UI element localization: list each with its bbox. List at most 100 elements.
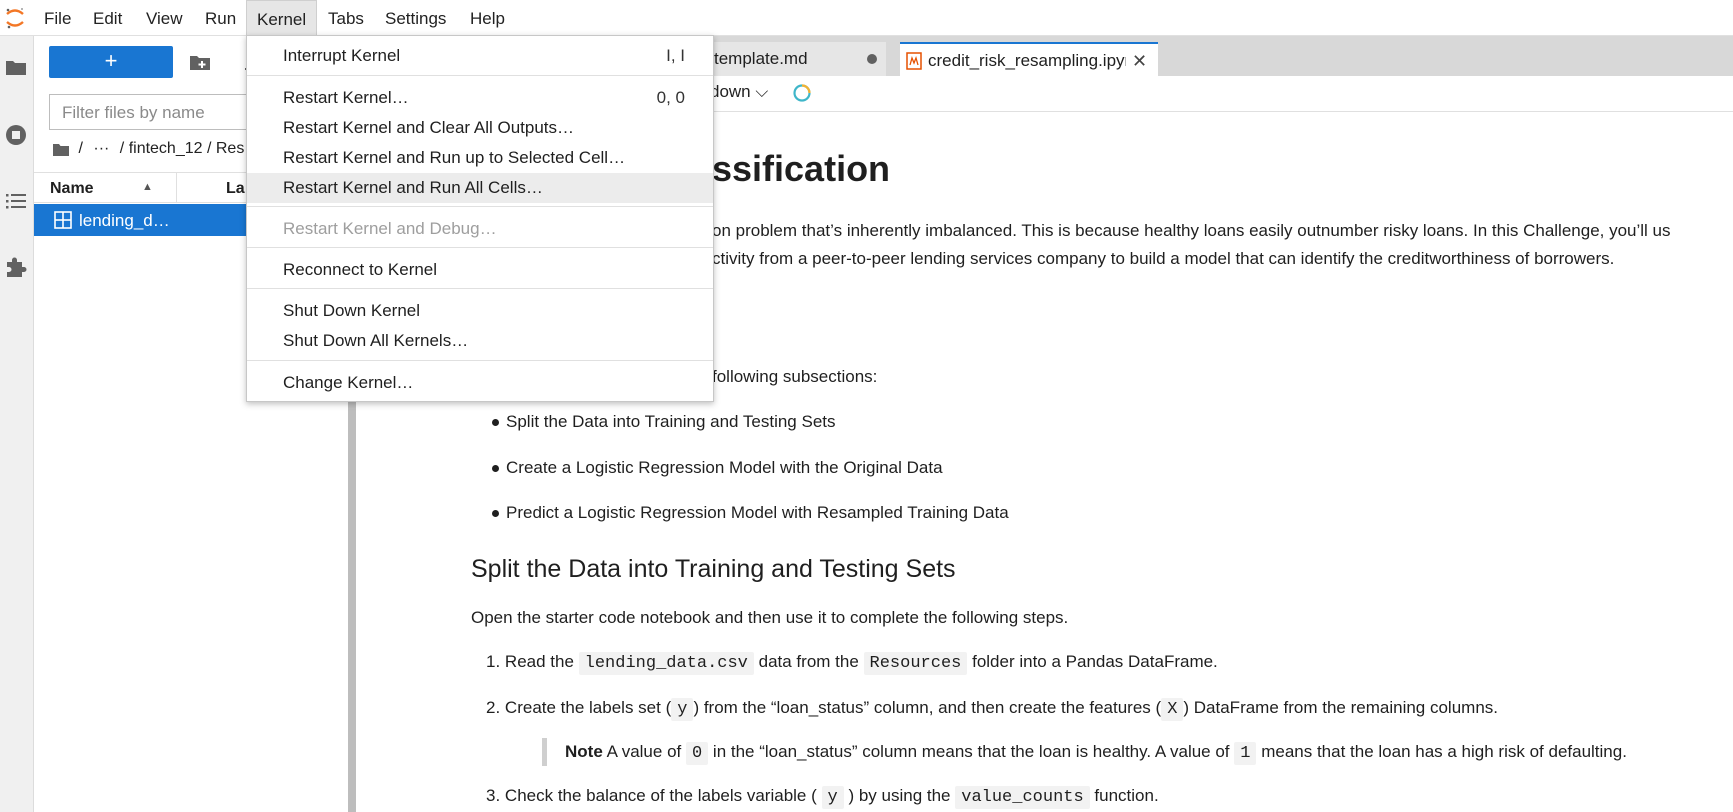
note-label: Note xyxy=(565,742,603,761)
list-item: Predict a Logistic Regression Model with… xyxy=(506,503,1009,522)
subsections-intro: following subsections: xyxy=(712,367,878,386)
note-text: A value of xyxy=(606,742,682,761)
home-folder-icon[interactable] xyxy=(52,141,70,157)
menu-item-shortcut: 0, 0 xyxy=(656,88,685,107)
menu-help[interactable]: Help xyxy=(460,0,515,36)
note-blockquote: Note A value of 0 in the “loan_status” c… xyxy=(565,742,1627,765)
step-text: Create the labels set ( xyxy=(504,698,672,717)
new-folder-icon[interactable] xyxy=(188,50,212,74)
breadcrumb-ellipsis[interactable]: ··· xyxy=(93,140,109,158)
step-text: ) from the “loan_status” column, and the… xyxy=(693,698,1162,717)
menu-item-reconnect-kernel[interactable]: Reconnect to Kernel xyxy=(247,255,713,285)
step-text: Read the xyxy=(504,652,574,671)
menu-divider xyxy=(247,360,713,361)
tab-label: template.md xyxy=(714,49,808,68)
sort-ascending-icon[interactable]: ▲ xyxy=(142,181,153,193)
menu-item-restart-run-to-selected[interactable]: Restart Kernel and Run up to Selected Ce… xyxy=(247,143,713,173)
menu-kernel[interactable]: Kernel xyxy=(246,0,318,36)
menu-item-label: Interrupt Kernel xyxy=(283,46,401,65)
blockquote-bar xyxy=(542,738,547,766)
menu-bar: File Edit View Run Kernel Tabs Settings … xyxy=(0,0,1733,36)
menu-tabs[interactable]: Tabs xyxy=(318,0,374,36)
section-intro: Open the starter code notebook and then … xyxy=(471,608,1069,627)
notebook-icon xyxy=(906,52,922,70)
step-3: 3. Check the balance of the labels varia… xyxy=(486,786,1159,809)
menu-item-shut-down-kernel[interactable]: Shut Down Kernel xyxy=(247,296,713,326)
bullet-icon xyxy=(492,419,499,426)
menu-item-restart-run-all[interactable]: Restart Kernel and Run All Cells… xyxy=(247,173,713,203)
menu-item-label: Reconnect to Kernel xyxy=(283,260,438,279)
inline-code: y xyxy=(671,698,694,721)
intro-paragraph-line-2: ctivity from a peer-to-peer lending serv… xyxy=(712,249,1615,268)
note-text: means that the loan has a high risk of d… xyxy=(1261,742,1627,761)
step-text: ) DataFrame from the remaining columns. xyxy=(1183,698,1498,717)
bullet-icon xyxy=(492,465,499,472)
menu-item-label: Restart Kernel and Clear All Outputs… xyxy=(283,118,575,137)
note-text: in the “loan_status” column means that t… xyxy=(712,742,1230,761)
menu-run[interactable]: Run xyxy=(195,0,246,36)
column-divider[interactable] xyxy=(176,173,177,203)
running-kernels-icon[interactable] xyxy=(3,122,29,148)
breadcrumb-path[interactable]: / fintech_12 / Res xyxy=(120,140,245,158)
unsaved-dot-icon[interactable] xyxy=(867,54,877,64)
step-text: folder into a Pandas DataFrame. xyxy=(972,652,1218,671)
notebook-title: ssification xyxy=(712,148,891,189)
step-1: 1. Read the lending_data.csv data from t… xyxy=(486,652,1218,675)
inline-code: value_counts xyxy=(955,786,1090,809)
step-number: 1. xyxy=(486,652,501,671)
jupyter-logo-icon[interactable] xyxy=(4,6,26,30)
step-text: ) by using the xyxy=(848,786,951,805)
menu-item-label: Restart Kernel and Debug… xyxy=(283,219,497,238)
menu-item-restart-debug: Restart Kernel and Debug… xyxy=(247,214,713,244)
list-item: Create a Logistic Regression Model with … xyxy=(506,458,943,477)
csv-table-icon xyxy=(54,211,72,229)
inline-code: y xyxy=(821,786,844,809)
kernel-dropdown-menu: Interrupt Kernel I, I Restart Kernel… 0,… xyxy=(246,35,714,402)
bullet-icon xyxy=(492,510,499,517)
menu-divider xyxy=(247,206,713,207)
menu-item-label: Shut Down Kernel xyxy=(283,301,421,320)
tab-label: credit_risk_resampling.ipyr xyxy=(928,51,1126,70)
menu-edit[interactable]: Edit xyxy=(83,0,132,36)
menu-divider xyxy=(247,75,713,76)
new-launcher-button[interactable]: + xyxy=(49,46,173,78)
breadcrumb: / ··· / fintech_12 / Res xyxy=(52,140,250,168)
folder-icon[interactable] xyxy=(3,54,29,80)
breadcrumb-root[interactable]: / xyxy=(78,140,82,158)
menu-item-label: Restart Kernel and Run up to Selected Ce… xyxy=(283,148,626,167)
menu-view[interactable]: View xyxy=(136,0,193,36)
menu-file[interactable]: File xyxy=(34,0,81,36)
inline-code: 1 xyxy=(1234,742,1257,765)
menu-item-interrupt-kernel[interactable]: Interrupt Kernel I, I xyxy=(247,41,713,71)
menu-item-change-kernel[interactable]: Change Kernel… xyxy=(247,368,713,398)
menu-item-shut-down-all-kernels[interactable]: Shut Down All Kernels… xyxy=(247,326,713,356)
inline-code: X xyxy=(1161,698,1184,721)
step-number: 3. xyxy=(486,786,501,805)
name-column-header[interactable]: Name xyxy=(50,180,94,198)
menu-item-label: Shut Down All Kernels… xyxy=(283,331,469,350)
list-item: Split the Data into Training and Testing… xyxy=(506,412,836,431)
close-tab-icon[interactable]: ✕ xyxy=(1132,44,1147,76)
tab-credit-risk-notebook[interactable]: credit_risk_resampling.ipyr ✕ xyxy=(900,42,1158,76)
table-of-contents-icon[interactable] xyxy=(3,188,29,214)
step-number: 2. xyxy=(486,698,501,717)
step-2: 2. Create the labels set (y) from the “l… xyxy=(486,698,1498,721)
section-heading: Split the Data into Training and Testing… xyxy=(471,555,956,583)
file-filter-input[interactable]: Filter files by name xyxy=(49,94,279,130)
step-text: function. xyxy=(1094,786,1159,805)
extensions-puzzle-icon[interactable] xyxy=(3,254,29,280)
menu-item-label: Change Kernel… xyxy=(283,373,414,392)
inline-code: 0 xyxy=(685,742,709,765)
last-modified-column-header[interactable]: La xyxy=(226,180,245,198)
cell-type-dropdown[interactable]: down ⌵ xyxy=(710,82,768,102)
menu-item-restart-clear-outputs[interactable]: Restart Kernel and Clear All Outputs… xyxy=(247,113,713,143)
menu-item-label: Restart Kernel… xyxy=(283,88,409,107)
menu-item-shortcut: I, I xyxy=(666,46,685,65)
inline-code: Resources xyxy=(863,652,968,675)
step-text: Check the balance of the labels variable… xyxy=(504,786,817,805)
activity-bar xyxy=(0,36,34,812)
menu-item-restart-kernel[interactable]: Restart Kernel… 0, 0 xyxy=(247,83,713,113)
menu-settings[interactable]: Settings xyxy=(375,0,456,36)
menu-divider xyxy=(247,288,713,289)
step-text: data from the xyxy=(758,652,859,671)
